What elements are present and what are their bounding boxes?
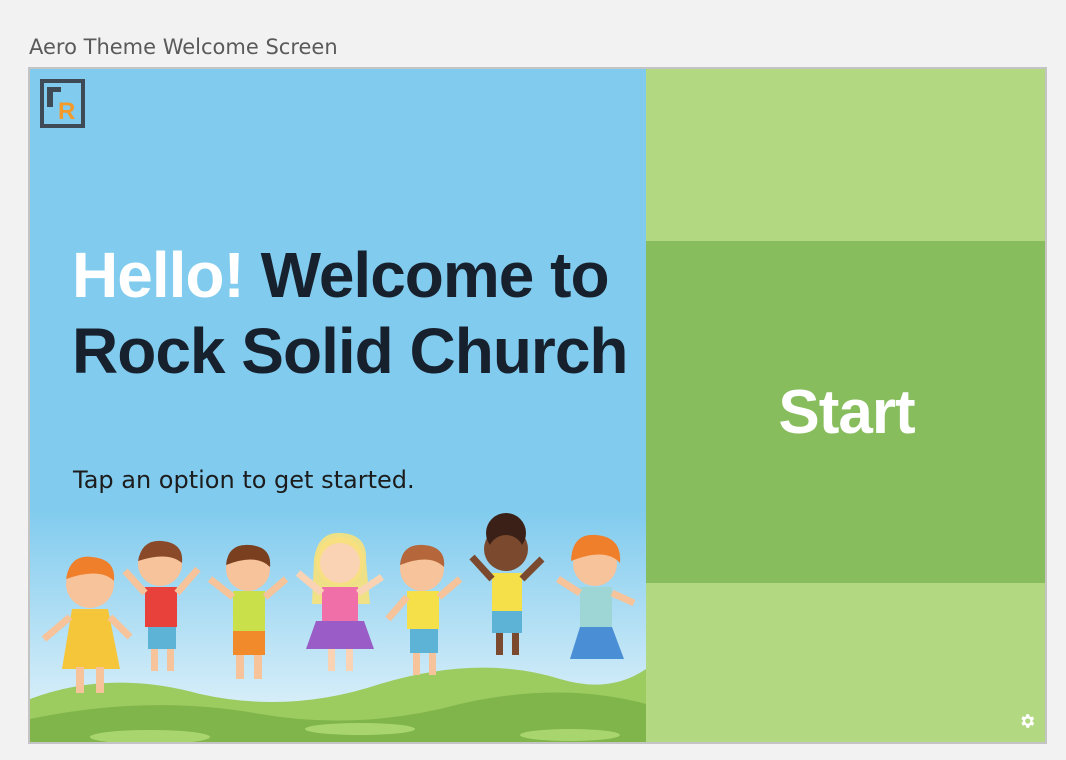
welcome-subtitle: Tap an option to get started. <box>73 466 415 494</box>
start-button-label: Start <box>778 377 915 447</box>
hello-text: Hello! <box>72 239 245 311</box>
gear-icon[interactable] <box>1018 712 1036 730</box>
screen-caption: Aero Theme Welcome Screen <box>29 35 338 59</box>
start-button[interactable]: Start <box>646 241 1045 583</box>
logo-letter: R <box>58 98 75 125</box>
jumping-kids-illustration <box>30 509 646 742</box>
rock-logo-icon: R <box>40 79 85 128</box>
kiosk-screen: R Hello! Welcome to Rock Solid Church Ta… <box>28 67 1047 744</box>
welcome-panel: R Hello! Welcome to Rock Solid Church Ta… <box>30 69 646 742</box>
welcome-heading: Hello! Welcome to Rock Solid Church <box>72 237 632 389</box>
